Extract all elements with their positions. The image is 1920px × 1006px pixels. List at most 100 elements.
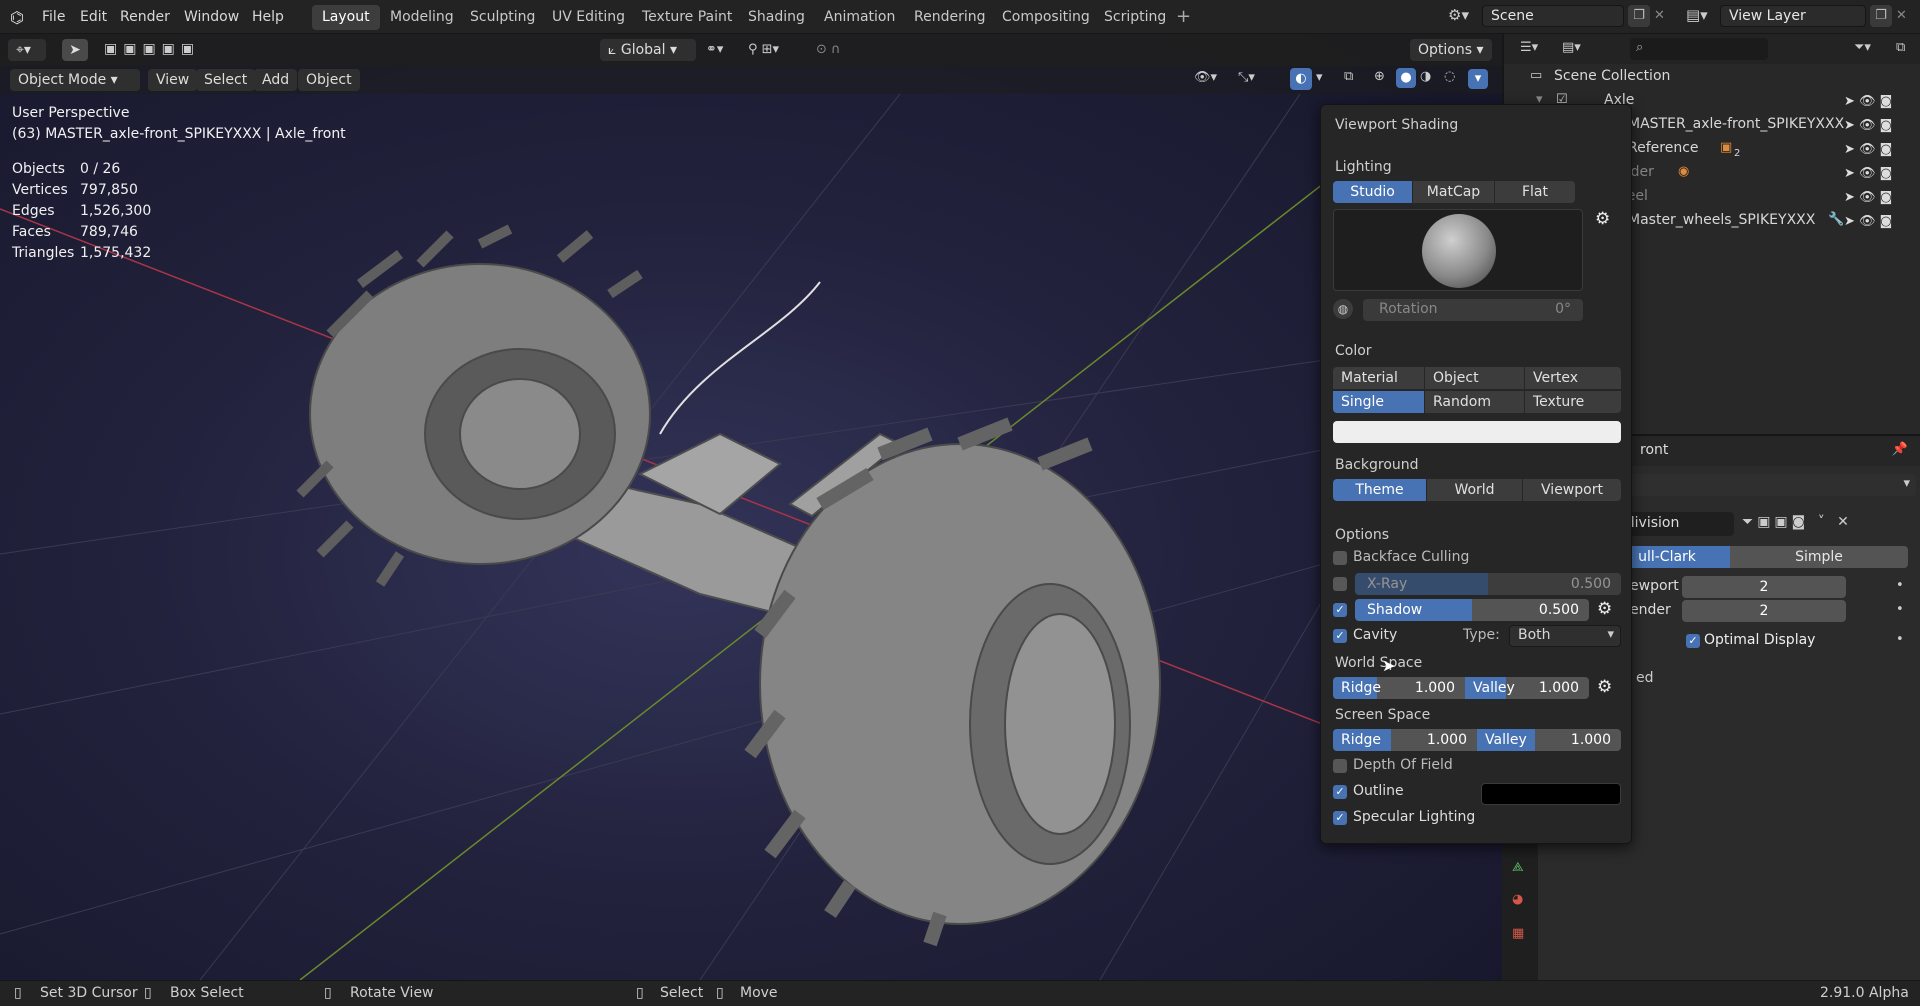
tab-layout[interactable]: Layout — [312, 5, 380, 30]
blender-logo-icon[interactable]: ⌬ — [10, 8, 30, 27]
new-scene-icon[interactable]: ❐ — [1628, 5, 1650, 27]
options-dropdown[interactable]: Options ▾ — [1410, 39, 1492, 61]
restrict-toggle-column[interactable]: ➤ 👁 ◙ ➤ 👁 ◙ ➤ 👁 ◙ ➤ 👁 ◙ ➤ 👁 ◙ ➤ 👁 ◙ — [1844, 90, 1920, 234]
optimal-display-checkbox[interactable]: ✓ — [1686, 634, 1700, 648]
keyframe-dot-icon[interactable]: • — [1896, 632, 1904, 647]
xray-slider[interactable]: X-Ray 0.500 — [1355, 573, 1621, 595]
background-theme-button[interactable]: Theme — [1333, 479, 1427, 501]
scene-field[interactable]: Scene — [1482, 5, 1624, 27]
shading-dropdown-icon[interactable]: ▾ — [1468, 69, 1488, 89]
backface-culling-checkbox[interactable] — [1333, 551, 1347, 565]
new-collection-icon[interactable]: ⧉ — [1896, 40, 1905, 55]
world-space-lighting-icon[interactable]: ◍ — [1333, 299, 1353, 319]
restrict-row-icons[interactable]: ➤ 👁 ◙ — [1844, 186, 1920, 210]
shadow-slider[interactable]: Shadow 0.500 — [1355, 599, 1589, 621]
view-layer-field[interactable]: View Layer — [1720, 5, 1866, 27]
tab-rendering[interactable]: Rendering — [904, 5, 996, 30]
restrict-row-icons[interactable]: ➤ 👁 ◙ — [1844, 90, 1920, 114]
outliner-row-scene-collection[interactable]: ▭ Scene Collection — [1504, 64, 1920, 88]
shadow-checkbox[interactable]: ✓ — [1333, 603, 1347, 617]
add-workspace-icon[interactable]: + — [1176, 6, 1191, 27]
lighting-flat-button[interactable]: Flat — [1495, 181, 1575, 203]
snap-icon[interactable]: ⚲ ⊞▾ — [748, 42, 779, 57]
color-material-button[interactable]: Material — [1333, 367, 1425, 389]
select-tool-button[interactable]: ➤ — [62, 39, 88, 61]
levels-viewport-field[interactable]: 2 — [1682, 576, 1846, 598]
object-menu[interactable]: Object — [298, 69, 360, 91]
shadow-settings-icon[interactable]: ⚙ — [1597, 599, 1612, 619]
specular-lighting-checkbox[interactable]: ✓ — [1333, 811, 1347, 825]
pivot-icon[interactable]: ⚭▾ — [706, 42, 723, 57]
color-single-button[interactable]: Single — [1333, 391, 1425, 413]
color-texture-button[interactable]: Texture — [1525, 391, 1621, 413]
menu-window[interactable]: Window — [176, 6, 247, 28]
add-menu[interactable]: Add — [254, 69, 298, 91]
visibility-icon[interactable]: 👁▾ — [1194, 70, 1217, 85]
shading-solid-icon[interactable]: ● — [1396, 68, 1416, 88]
menu-file[interactable]: File — [34, 6, 73, 28]
cavity-checkbox[interactable]: ✓ — [1333, 629, 1347, 643]
menu-render[interactable]: Render — [112, 6, 178, 28]
restrict-row-icons[interactable]: ➤ 👁 ◙ — [1844, 162, 1920, 186]
modifier-toggle-icons[interactable]: ⏷▣▣◙ ˅ ✕ — [1742, 514, 1853, 530]
menu-edit[interactable]: Edit — [72, 6, 115, 28]
tab-animation[interactable]: Animation — [814, 5, 905, 30]
cavity-type-dropdown[interactable]: Both ▾ — [1509, 625, 1621, 647]
color-vertex-button[interactable]: Vertex — [1525, 367, 1621, 389]
outline-checkbox[interactable]: ✓ — [1333, 785, 1347, 799]
menu-help[interactable]: Help — [244, 6, 292, 28]
studio-light-preview[interactable] — [1333, 209, 1583, 291]
background-viewport-button[interactable]: Viewport — [1523, 479, 1621, 501]
add-modifier-dropdown[interactable]: ▾ — [1604, 474, 1916, 496]
delete-view-layer-icon[interactable]: ✕ — [1896, 8, 1907, 23]
editor-type-button[interactable]: ⌖▾ — [8, 39, 46, 61]
tab-compositing[interactable]: Compositing — [992, 5, 1100, 30]
tab-modeling[interactable]: Modeling — [380, 5, 464, 30]
xray-toggle-icon[interactable]: ⧉ — [1344, 69, 1353, 84]
view-menu[interactable]: View — [148, 69, 198, 91]
restrict-row-icons[interactable]: ➤ 👁 ◙ — [1844, 210, 1920, 234]
restrict-row-icons[interactable]: ➤ 👁 ◙ — [1844, 138, 1920, 162]
restrict-row-icons[interactable]: ➤ 👁 ◙ — [1844, 114, 1920, 138]
tab-sculpting[interactable]: Sculpting — [460, 5, 545, 30]
studio-light-settings-icon[interactable]: ⚙ — [1595, 209, 1610, 229]
transform-orientation[interactable]: ⟀ Global ▾ — [600, 39, 696, 61]
tab-texture-paint[interactable]: Texture Paint — [632, 5, 742, 30]
pin-icon[interactable]: 📌 — [1892, 442, 1908, 457]
filter-icon[interactable]: ⏷▾ — [1854, 40, 1871, 55]
shading-material-icon[interactable]: ◑ — [1420, 69, 1431, 84]
levels-render-field[interactable]: 2 — [1682, 600, 1846, 622]
tab-uv-editing[interactable]: UV Editing — [542, 5, 635, 30]
background-world-button[interactable]: World — [1427, 479, 1523, 501]
screen-valley-slider[interactable]: Valley 1.000 — [1477, 729, 1621, 751]
tab-scripting[interactable]: Scripting — [1094, 5, 1176, 30]
cavity-settings-icon[interactable]: ⚙ — [1597, 677, 1612, 697]
simple-button[interactable]: Simple — [1730, 546, 1908, 568]
world-ridge-slider[interactable]: Ridge 1.000 — [1333, 677, 1465, 699]
single-color-swatch[interactable] — [1333, 421, 1621, 443]
color-random-button[interactable]: Random — [1425, 391, 1525, 413]
view-layer-icon[interactable]: ▤▾ — [1686, 6, 1708, 24]
object-mode-dropdown[interactable]: Object Mode ▾ — [10, 69, 140, 91]
3d-viewport[interactable] — [0, 34, 1502, 980]
display-mode-icon[interactable]: ▤▾ — [1562, 40, 1581, 55]
shading-rendered-icon[interactable]: ◌ — [1444, 69, 1455, 84]
overlays-dropdown-icon[interactable]: ▾ — [1316, 70, 1323, 85]
overlays-icon[interactable]: ◐ — [1290, 68, 1312, 90]
keyframe-dot-icon[interactable]: • — [1896, 578, 1904, 593]
tab-material-icon[interactable]: ◕ — [1512, 892, 1523, 907]
delete-scene-icon[interactable]: ✕ — [1654, 8, 1665, 23]
xray-checkbox[interactable] — [1333, 577, 1347, 591]
select-mode-icons[interactable]: ▣▣▣▣▣ — [104, 41, 200, 57]
select-menu[interactable]: Select — [196, 69, 256, 91]
rotation-field[interactable]: Rotation 0° — [1363, 299, 1583, 321]
keyframe-dot-icon[interactable]: • — [1896, 602, 1904, 617]
tab-shading[interactable]: Shading — [738, 5, 815, 30]
lighting-matcap-button[interactable]: MatCap — [1413, 181, 1495, 203]
depth-of-field-checkbox[interactable] — [1333, 759, 1347, 773]
new-view-layer-icon[interactable]: ❐ — [1870, 5, 1892, 27]
scene-type-icon[interactable]: ⚙▾ — [1448, 6, 1469, 24]
proportional-edit-icon[interactable]: ⊙ ∩ — [816, 42, 841, 57]
tab-texture-icon[interactable]: ▦ — [1512, 926, 1524, 941]
color-object-button[interactable]: Object — [1425, 367, 1525, 389]
